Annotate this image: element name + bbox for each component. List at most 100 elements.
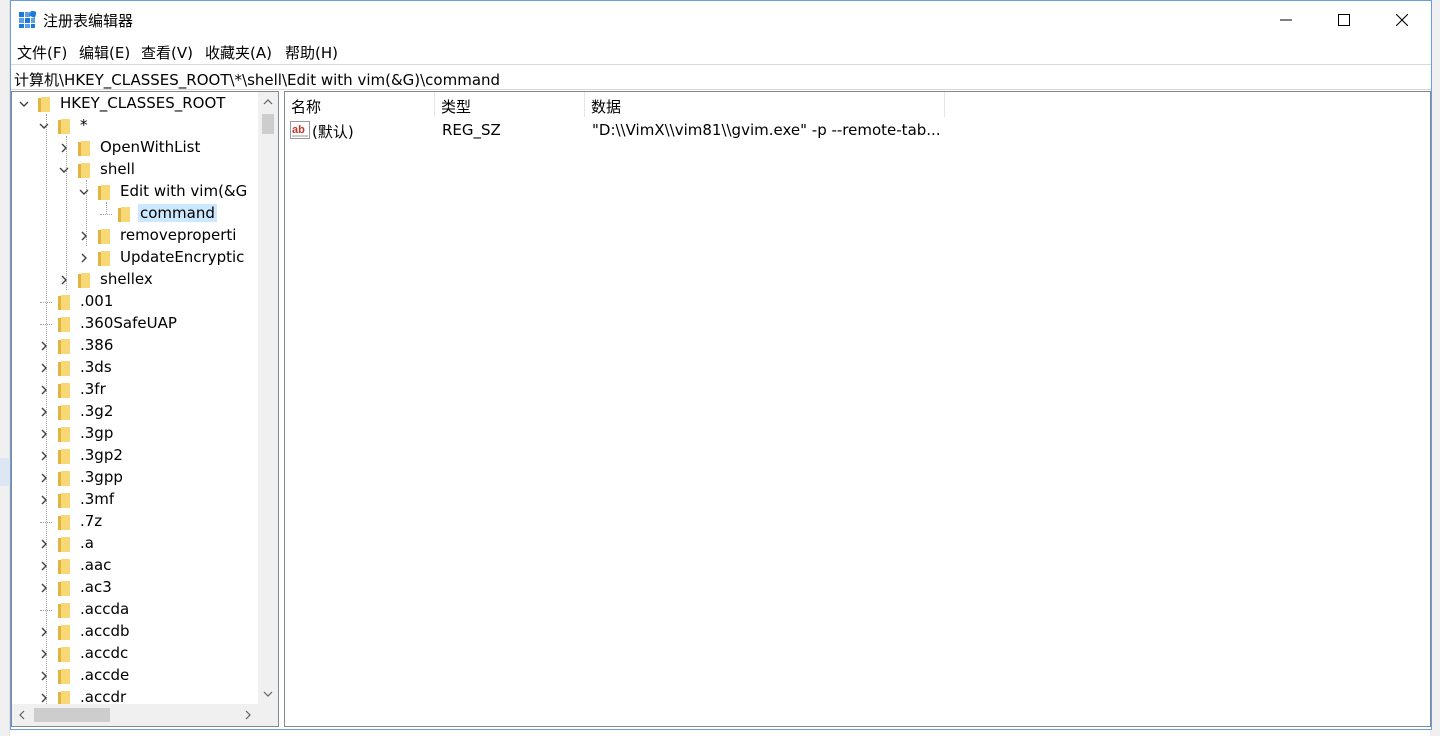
key-tree[interactable]: HKEY_CLASSES_ROOT * OpenWithList shell Edit … [12,92,258,704]
tree-connector-line [100,214,112,215]
tree-item[interactable]: .3ds [12,357,258,379]
scroll-left-button[interactable] [12,704,32,726]
chevron-right-icon[interactable] [38,626,50,638]
tree-item[interactable]: .3mf [12,489,258,511]
menu-view[interactable]: 查看(V) [139,42,195,63]
menu-favorites[interactable]: 收藏夹(A) [203,42,274,63]
folder-icon [78,163,90,178]
tree-vertical-scrollbar[interactable] [258,92,278,704]
chevron-down-icon[interactable] [58,164,70,176]
column-header-type[interactable]: 类型 [435,92,585,117]
chevron-right-icon[interactable] [58,142,70,154]
menu-help[interactable]: 帮助(H) [283,42,340,63]
chevron-right-icon[interactable] [78,252,90,264]
address-path[interactable]: 计算机\HKEY_CLASSES_ROOT\*\shell\Edit with … [14,69,500,90]
tree-item-label: .accdr [80,688,127,704]
tree-item-label: HKEY_CLASSES_ROOT [60,94,226,112]
chevron-right-icon[interactable] [38,494,50,506]
table-row[interactable]: ab (默认) REG_SZ "D:\\VimX\\vim81\\gvim.ex… [285,119,1430,141]
key-tree-panel[interactable]: HKEY_CLASSES_ROOT * OpenWithList shell Edit … [11,91,279,727]
tree-item[interactable]: .001 [12,291,258,313]
tree-item-label: command [138,204,217,222]
tree-item[interactable]: shell [12,159,258,181]
tree-item[interactable]: .accdb [12,621,258,643]
tree-item[interactable]: command [12,203,258,225]
tree-item[interactable]: .3gpp [12,467,258,489]
tree-item-label: .360SafeUAP [80,314,177,332]
folder-icon [58,559,70,574]
tree-item[interactable]: .accdr [12,687,258,704]
tree-item[interactable]: .3fr [12,379,258,401]
chevron-right-icon[interactable] [38,538,50,550]
chevron-right-icon[interactable] [38,692,50,704]
menu-edit[interactable]: 编辑(E) [77,42,132,63]
tree-item-label: Edit with vim(&G [120,182,248,200]
tree-connector-line [40,522,52,523]
tree-item[interactable]: .3g2 [12,401,258,423]
chevron-right-icon[interactable] [38,582,50,594]
tree-item-label: UpdateEncryptic [120,248,245,266]
tree-item[interactable]: .accda [12,599,258,621]
close-button[interactable] [1373,1,1431,39]
chevron-right-icon[interactable] [38,648,50,660]
address-bar[interactable]: 计算机\HKEY_CLASSES_ROOT\*\shell\Edit with … [11,64,1431,90]
column-header-name[interactable]: 名称 [285,92,435,117]
tree-item[interactable]: .7z [12,511,258,533]
chevron-right-icon[interactable] [38,340,50,352]
tree-item-label: .accdc [80,644,129,662]
chevron-right-icon[interactable] [38,406,50,418]
chevron-right-icon[interactable] [38,428,50,440]
chevron-right-icon[interactable] [58,274,70,286]
tree-connector-line [40,324,52,325]
chevron-right-icon[interactable] [38,384,50,396]
tree-item[interactable]: .a [12,533,258,555]
values-list-panel[interactable]: 名称 类型 数据 ab (默认) REG_SZ "D:\\VimX\\vim81… [284,91,1431,727]
background-band [0,458,10,486]
chevron-down-icon[interactable] [38,120,50,132]
tree-item[interactable]: .ac3 [12,577,258,599]
tree-item[interactable]: Edit with vim(&G [12,181,258,203]
chevron-right-icon[interactable] [38,362,50,374]
chevron-right-icon[interactable] [38,472,50,484]
folder-icon [58,603,70,618]
tree-horizontal-scrollbar[interactable] [12,704,258,726]
tree-item[interactable]: * [12,115,258,137]
chevron-right-icon[interactable] [38,670,50,682]
tree-item[interactable]: removeproperti [12,225,258,247]
menu-file[interactable]: 文件(F) [15,42,69,63]
tree-item[interactable]: shellex [12,269,258,291]
column-header-data[interactable]: 数据 [585,92,945,117]
tree-item[interactable]: .accde [12,665,258,687]
chevron-right-icon[interactable] [78,230,90,242]
menu-bar: 文件(F) 编辑(E) 查看(V) 收藏夹(A) 帮助(H) [11,39,1431,63]
tree-item[interactable]: .accdc [12,643,258,665]
tree-item[interactable]: .3gp [12,423,258,445]
tree-item[interactable]: HKEY_CLASSES_ROOT [12,93,258,115]
tree-item[interactable]: .3gp2 [12,445,258,467]
chevron-right-icon[interactable] [38,560,50,572]
folder-icon [58,493,70,508]
svg-text:ab: ab [292,124,305,136]
chevron-down-icon[interactable] [18,98,30,110]
tree-item-label: .3gp2 [80,446,123,464]
tree-item[interactable]: .386 [12,335,258,357]
scroll-thumb[interactable] [262,114,274,134]
scroll-down-button[interactable] [258,684,278,704]
horizontal-scroll-thumb[interactable] [34,708,110,722]
scroll-right-button[interactable] [238,704,258,726]
chevron-right-icon[interactable] [38,450,50,462]
scroll-up-button[interactable] [258,92,278,112]
tree-item-label: removeproperti [120,226,237,244]
chevron-up-icon [263,99,273,105]
tree-connector-line [40,610,52,611]
tree-item-label: .a [80,534,94,552]
tree-item[interactable]: .aac [12,555,258,577]
chevron-down-icon[interactable] [78,186,90,198]
background-window-edge [0,0,10,736]
title-bar[interactable]: 注册表编辑器 [11,1,1431,39]
maximize-button[interactable] [1315,1,1373,39]
tree-item[interactable]: .360SafeUAP [12,313,258,335]
minimize-button[interactable] [1257,1,1315,39]
tree-item[interactable]: OpenWithList [12,137,258,159]
tree-item[interactable]: UpdateEncryptic [12,247,258,269]
